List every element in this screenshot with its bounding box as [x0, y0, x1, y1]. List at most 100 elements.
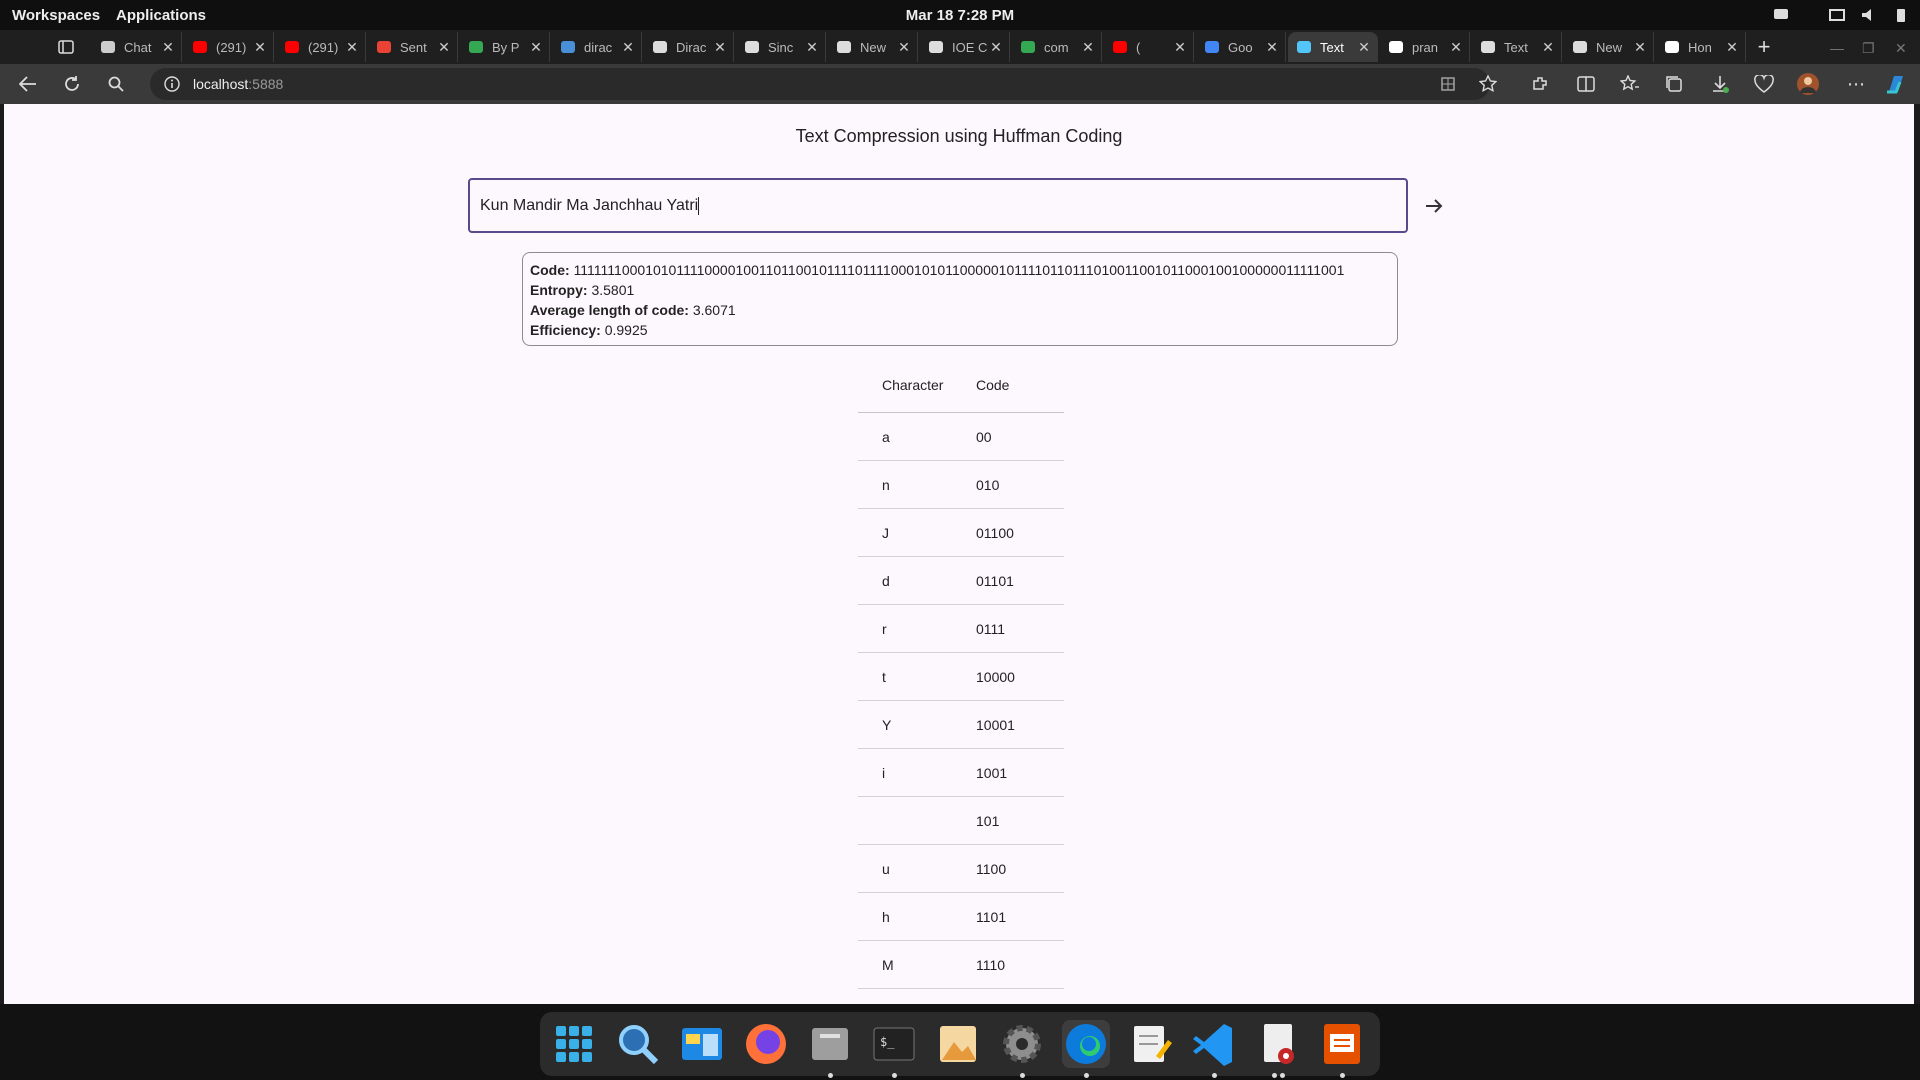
favorite-star-icon[interactable]	[1476, 72, 1500, 96]
browser-tab[interactable]: Goo ✕	[1196, 32, 1286, 62]
display-tray-icon[interactable]	[1828, 6, 1846, 24]
edge-icon[interactable]	[1062, 1020, 1110, 1068]
svg-text:$_: $_	[880, 1035, 895, 1049]
code-value: 1111111000101011110000100110110010111101…	[573, 262, 1345, 278]
split-screen-icon[interactable]	[1574, 72, 1598, 96]
close-tab-icon[interactable]: ✕	[1265, 39, 1279, 56]
browser-tab[interactable]: (291) ✕	[184, 32, 274, 62]
minimize-icon[interactable]: —	[1830, 40, 1844, 56]
browser-tab[interactable]: By P ✕	[460, 32, 550, 62]
browser-tab[interactable]: dirac ✕	[552, 32, 642, 62]
newtab-icon	[836, 39, 852, 55]
applications-menu[interactable]: Applications	[116, 7, 206, 24]
browser-tab[interactable]: Sent ✕	[368, 32, 458, 62]
browser-tab[interactable]: IOE C ✕	[920, 32, 1010, 62]
character-cell: r	[882, 620, 887, 637]
close-tab-icon[interactable]: ✕	[989, 39, 1003, 56]
browser-essentials-icon[interactable]	[1752, 72, 1776, 96]
close-tab-icon[interactable]: ✕	[529, 39, 543, 56]
character-cell: J	[882, 524, 889, 541]
browser-tab[interactable]: Chat ✕	[92, 32, 182, 62]
close-tab-icon[interactable]: ✕	[1449, 39, 1463, 56]
running-indicator	[1020, 1073, 1025, 1078]
browser-tab[interactable]: New ✕	[1564, 32, 1654, 62]
close-tab-icon[interactable]: ✕	[897, 39, 911, 56]
search-icon[interactable]	[104, 72, 128, 96]
image-viewer-icon[interactable]	[934, 1020, 982, 1068]
submit-arrow-icon[interactable]	[1422, 194, 1446, 218]
favorites-icon[interactable]	[1618, 72, 1642, 96]
close-tab-icon[interactable]: ✕	[713, 39, 727, 56]
more-menu-icon[interactable]: ⋯	[1844, 72, 1868, 96]
volume-icon[interactable]	[1860, 6, 1878, 24]
character-cell: i	[882, 764, 886, 781]
column-header-character: Character	[882, 376, 944, 393]
app-available-icon[interactable]	[1436, 72, 1460, 96]
browser-tab[interactable]: (✕	[1104, 32, 1194, 62]
copilot-icon[interactable]	[1884, 72, 1908, 96]
page-title: Text Compression using Huffman Coding	[795, 126, 1123, 146]
battery-icon[interactable]	[1892, 6, 1910, 24]
close-tab-icon[interactable]: ✕	[621, 39, 635, 56]
browser-tab[interactable]: Hon ✕	[1656, 32, 1746, 62]
chat-tray-icon[interactable]	[1772, 6, 1790, 24]
new-tab-button[interactable]: +	[1752, 36, 1776, 60]
character-cell: u	[882, 860, 890, 877]
table-row: 101	[858, 797, 1064, 845]
restore-icon[interactable]: ❐	[1862, 40, 1875, 57]
tab-label: com	[1044, 39, 1069, 55]
settings-icon[interactable]	[998, 1020, 1046, 1068]
browser-tab[interactable]: (291) ✕	[276, 32, 366, 62]
close-tab-icon[interactable]: ✕	[1725, 39, 1739, 56]
text-editor-icon[interactable]	[1126, 1020, 1174, 1068]
back-icon[interactable]	[16, 72, 40, 96]
browser-tab[interactable]: com ✕	[1012, 32, 1102, 62]
profile-avatar[interactable]	[1796, 72, 1820, 96]
document-icon	[1480, 39, 1496, 55]
close-tab-icon[interactable]: ✕	[1081, 39, 1095, 56]
close-tab-icon[interactable]: ✕	[437, 39, 451, 56]
youtube-icon	[192, 39, 208, 55]
browser-tab[interactable]: Text ✕	[1472, 32, 1562, 62]
browser-tab[interactable]: New ✕	[828, 32, 918, 62]
presentation-icon[interactable]	[1318, 1020, 1366, 1068]
table-row: J 01100	[858, 509, 1064, 557]
collections-icon[interactable]	[1662, 72, 1686, 96]
downloads-icon[interactable]	[1708, 72, 1732, 96]
close-tab-icon[interactable]: ✕	[161, 39, 175, 56]
close-tab-icon[interactable]: ✕	[345, 39, 359, 56]
close-tab-icon[interactable]: ✕	[1357, 39, 1371, 56]
search-icon	[560, 39, 576, 55]
entropy-value: 3.5801	[591, 282, 635, 298]
tab-label: New	[1596, 39, 1623, 55]
search-icon[interactable]	[614, 1020, 662, 1068]
browser-tab[interactable]: Text ✕	[1288, 32, 1378, 62]
tab-actions-icon[interactable]	[56, 37, 76, 57]
reload-icon[interactable]	[60, 72, 84, 96]
close-tab-icon[interactable]: ✕	[805, 39, 819, 56]
workspace-icon[interactable]	[678, 1020, 726, 1068]
site-info-icon[interactable]	[164, 76, 180, 92]
browser-tab[interactable]: Dirac ✕	[644, 32, 734, 62]
workspaces-menu[interactable]: Workspaces	[12, 7, 100, 24]
files-icon[interactable]	[806, 1020, 854, 1068]
browser-tab[interactable]: Sinc ✕	[736, 32, 826, 62]
app-grid-icon[interactable]	[550, 1020, 598, 1068]
close-tab-icon[interactable]: ✕	[1173, 39, 1187, 56]
firefox-icon[interactable]	[742, 1020, 790, 1068]
extensions-icon[interactable]	[1528, 72, 1552, 96]
text-input[interactable]: Kun Mandir Ma Janchhau Yatri	[468, 178, 1408, 233]
close-tab-icon[interactable]: ✕	[1633, 39, 1647, 56]
code-cell: 10000	[976, 668, 1015, 685]
close-tab-icon[interactable]: ✕	[253, 39, 267, 56]
vscode-icon[interactable]	[1190, 1020, 1238, 1068]
tab-label: Chat	[124, 39, 152, 55]
dock: $_	[540, 1012, 1380, 1078]
document-viewer-icon[interactable]	[1254, 1020, 1302, 1068]
google-drive-icon	[1020, 39, 1036, 55]
address-bar[interactable]: localhost:5888	[150, 68, 1497, 100]
close-tab-icon[interactable]: ✕	[1541, 39, 1555, 56]
browser-tab[interactable]: pran ✕	[1380, 32, 1470, 62]
terminal-icon[interactable]: $_	[870, 1020, 918, 1068]
close-window-icon[interactable]: ✕	[1895, 40, 1907, 57]
